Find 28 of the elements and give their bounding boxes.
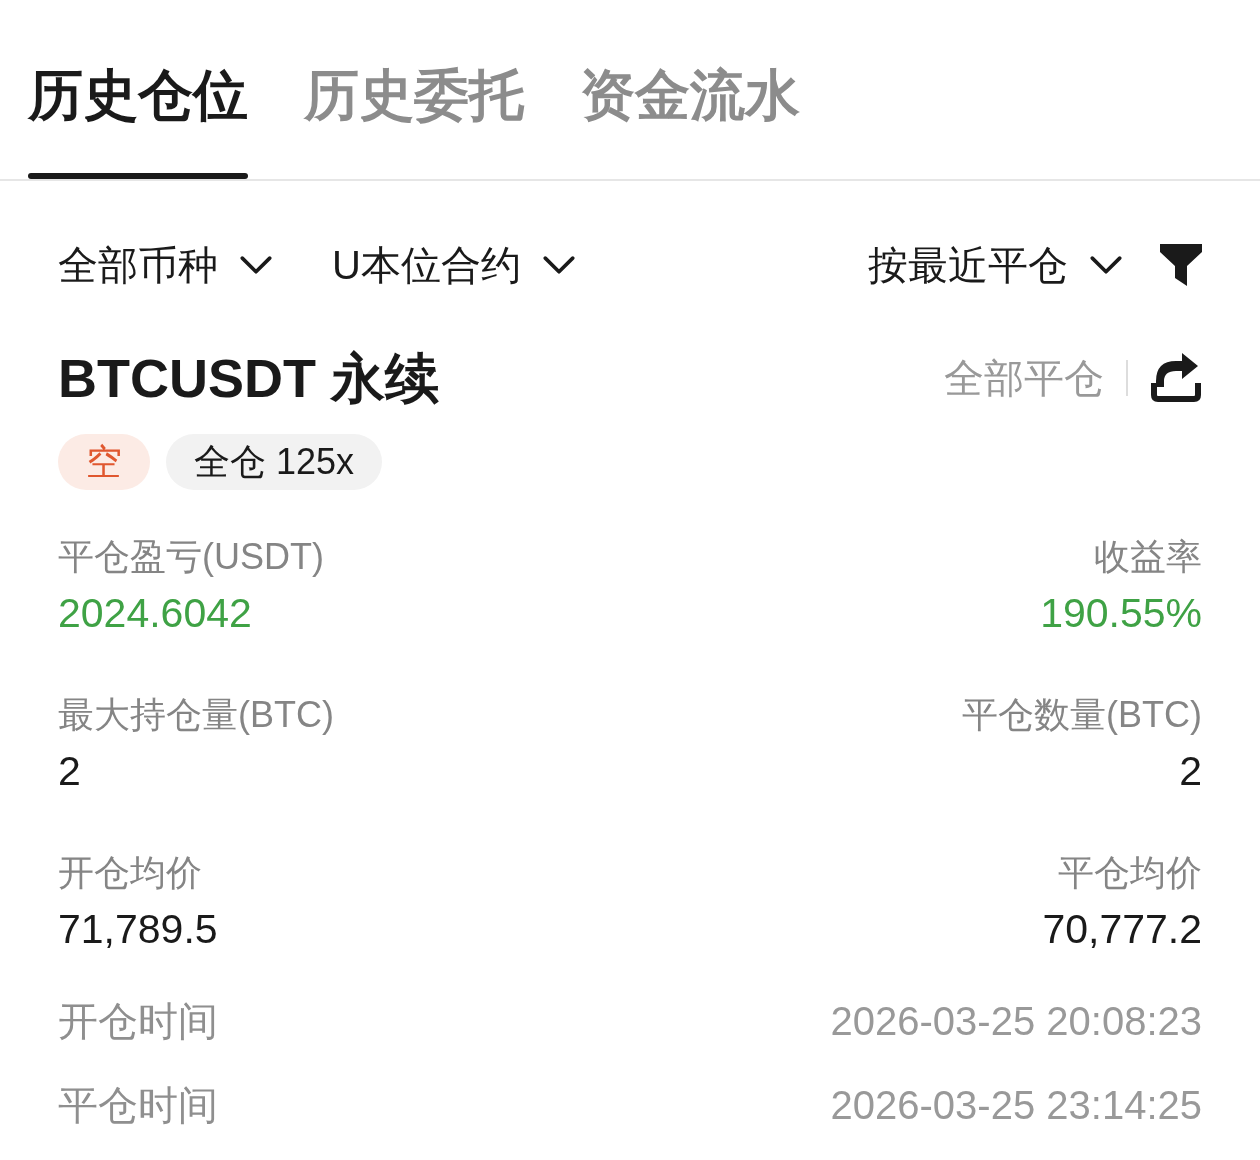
chevron-down-icon — [1090, 255, 1122, 275]
funnel-icon[interactable] — [1160, 244, 1202, 286]
contract-title: BTCUSDT 永续 — [58, 347, 439, 410]
chevron-down-icon — [240, 255, 272, 275]
metric-label: 平仓数量(BTC) — [962, 693, 1202, 737]
metric-label: 最大持仓量(BTC) — [58, 693, 334, 737]
filter-dropdown[interactable]: U本位合约 — [332, 237, 575, 293]
metric-label: 平仓盈亏(USDT) — [58, 535, 324, 579]
side-tag: 空 — [58, 434, 150, 490]
metric-label: 开仓均价 — [58, 851, 202, 895]
metric-value: 70,777.2 — [1042, 905, 1202, 953]
share-icon[interactable] — [1150, 353, 1202, 403]
metric-value: 2024.6042 — [58, 589, 252, 637]
metric-label: 收益率 — [1094, 535, 1202, 579]
metric-label: 平仓均价 — [1058, 851, 1202, 895]
time-value: 2026-03-25 23:14:25 — [830, 1082, 1202, 1129]
metric-value: 2 — [1179, 747, 1202, 795]
filter-dropdown[interactable]: 全部币种 — [58, 237, 272, 293]
time-label: 开仓时间 — [58, 998, 218, 1045]
sort-dropdown[interactable]: 按最近平仓 — [868, 237, 1122, 293]
metric-value: 2 — [58, 747, 81, 795]
time-label: 平仓时间 — [58, 1082, 218, 1129]
metric-value: 71,789.5 — [58, 905, 218, 953]
chevron-down-icon — [542, 255, 575, 275]
tab[interactable]: 历史仓位 — [28, 58, 248, 179]
metric-value: 190.55% — [1040, 589, 1202, 637]
time-value: 2026-03-25 20:08:23 — [830, 998, 1202, 1045]
margin-tag: 全仓 125x — [166, 434, 383, 490]
